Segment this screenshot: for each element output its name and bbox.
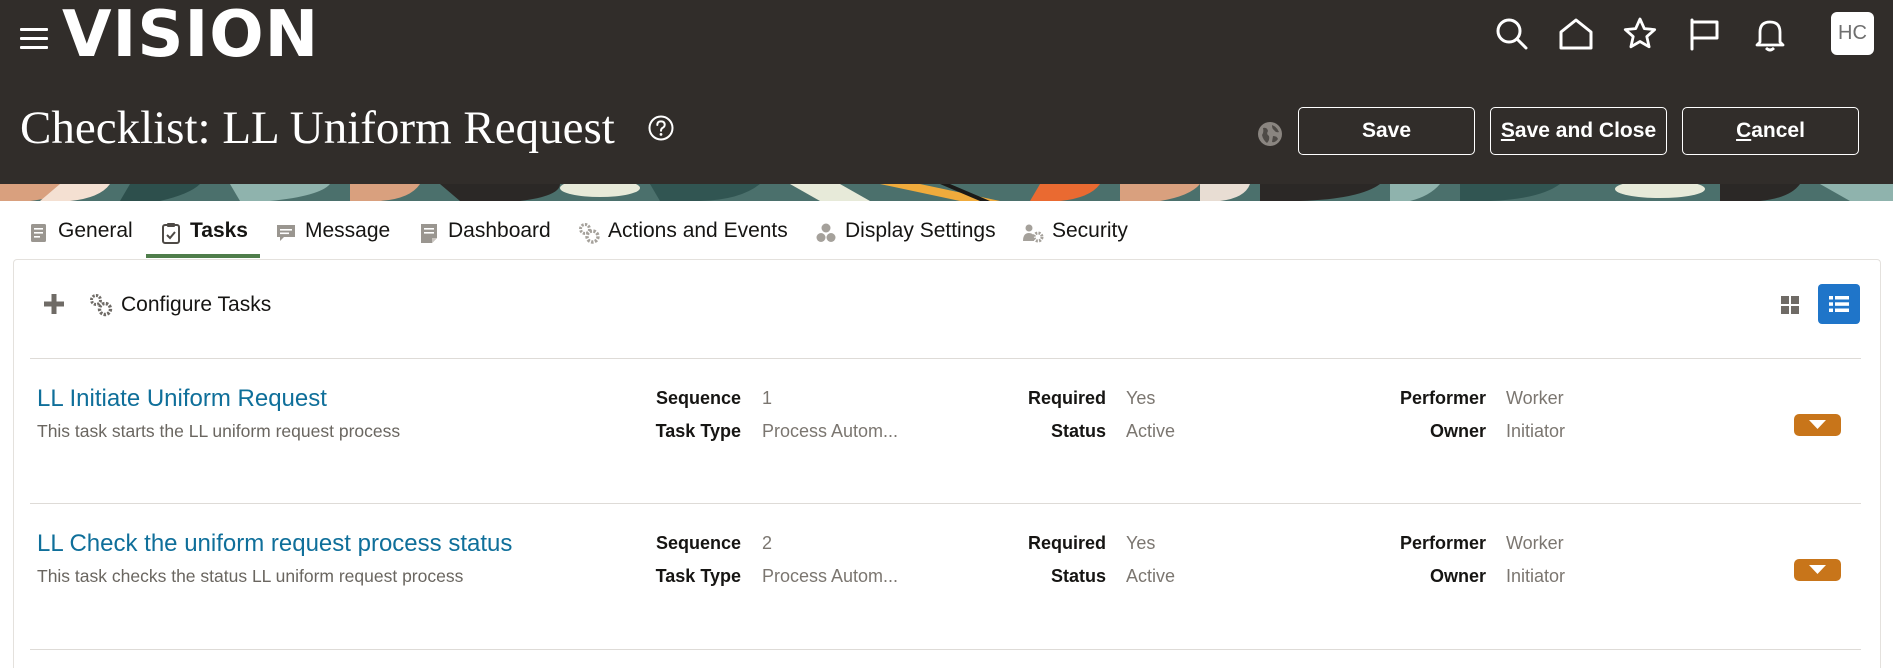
tab-bar: General Tasks Message Dashboard Actions … <box>0 201 1893 259</box>
tab-label: Message <box>305 219 391 242</box>
bell-icon[interactable] <box>1750 14 1790 54</box>
tab-label: Dashboard <box>448 219 551 242</box>
divider <box>30 503 1861 504</box>
tab-label: Tasks <box>190 219 248 242</box>
task-type-label: Task Type <box>655 421 741 441</box>
required-value: Yes <box>1126 533 1156 553</box>
circles-icon <box>816 223 836 242</box>
decorative-banner <box>0 184 1893 201</box>
configure-tasks-label: Configure Tasks <box>121 293 272 316</box>
required-label: Required <box>1027 533 1106 553</box>
clipboard-icon <box>162 223 180 244</box>
app-logo: VISION <box>62 0 320 72</box>
task-title-link[interactable]: LL Check the uniform request process sta… <box>37 530 512 558</box>
tab-label: General <box>58 219 133 242</box>
dashboard-icon <box>421 224 437 243</box>
grid-view-icon[interactable] <box>1778 293 1802 317</box>
save-and-close-button[interactable]: Save and Close <box>1490 107 1667 155</box>
performer-label: Performer <box>1399 533 1486 553</box>
gears-icon <box>90 294 113 317</box>
cancel-button[interactable]: Cancel <box>1682 107 1859 155</box>
task-title-link[interactable]: LL Initiate Uniform Request <box>37 385 327 413</box>
status-value: Active <box>1126 421 1176 441</box>
active-tab-indicator <box>146 254 260 258</box>
status-label: Status <box>1050 566 1106 586</box>
owner-value: Initiator <box>1506 566 1566 586</box>
sequence-value: 2 <box>762 533 773 553</box>
divider <box>30 649 1861 650</box>
task-actions-menu-button[interactable] <box>1794 414 1841 436</box>
task-description: This task starts the LL uniform request … <box>37 421 401 441</box>
performer-value: Worker <box>1506 533 1564 553</box>
page-title: Checklist: LL Uniform Request <box>20 102 615 154</box>
global-header: VISION HC Checklist: LL Uniform Request … <box>0 0 1893 184</box>
flag-icon[interactable] <box>1684 14 1724 54</box>
gears-icon <box>579 223 600 244</box>
search-icon[interactable] <box>1492 14 1532 54</box>
chevron-down-icon <box>1809 565 1826 574</box>
home-icon[interactable] <box>1556 14 1596 54</box>
divider <box>30 358 1861 359</box>
owner-value: Initiator <box>1506 421 1566 441</box>
task-description: This task checks the status LL uniform r… <box>37 566 464 586</box>
chevron-down-icon <box>1809 420 1826 429</box>
task-actions-menu-button[interactable] <box>1794 559 1841 581</box>
task-type-label: Task Type <box>655 566 741 586</box>
star-icon[interactable] <box>1620 14 1660 54</box>
status-label: Status <box>1050 421 1106 441</box>
sequence-label: Sequence <box>655 388 741 408</box>
task-type-value: Process Autom... <box>762 566 899 586</box>
tab-label: Actions and Events <box>608 219 788 242</box>
required-value: Yes <box>1126 388 1156 408</box>
status-value: Active <box>1126 566 1176 586</box>
performer-value: Worker <box>1506 388 1564 408</box>
owner-label: Owner <box>1429 421 1486 441</box>
list-view-button[interactable] <box>1818 284 1860 324</box>
add-icon[interactable] <box>42 292 66 316</box>
document-icon <box>31 224 46 242</box>
owner-label: Owner <box>1429 566 1486 586</box>
performer-label: Performer <box>1399 388 1486 408</box>
help-icon[interactable] <box>647 114 675 142</box>
tab-label: Display Settings <box>845 219 996 242</box>
security-gear-icon <box>1023 224 1044 243</box>
tab-label: Security <box>1052 219 1128 242</box>
sequence-value: 1 <box>762 388 773 408</box>
save-button[interactable]: Save <box>1298 107 1475 155</box>
required-label: Required <box>1027 388 1106 408</box>
tasks-panel <box>13 259 1881 668</box>
sequence-label: Sequence <box>655 533 741 553</box>
list-icon <box>1829 296 1849 312</box>
message-icon <box>277 225 295 241</box>
task-type-value: Process Autom... <box>762 421 899 441</box>
navigator-menu-icon[interactable] <box>20 26 48 50</box>
user-avatar[interactable]: HC <box>1831 12 1874 55</box>
globe-icon <box>1257 121 1283 147</box>
